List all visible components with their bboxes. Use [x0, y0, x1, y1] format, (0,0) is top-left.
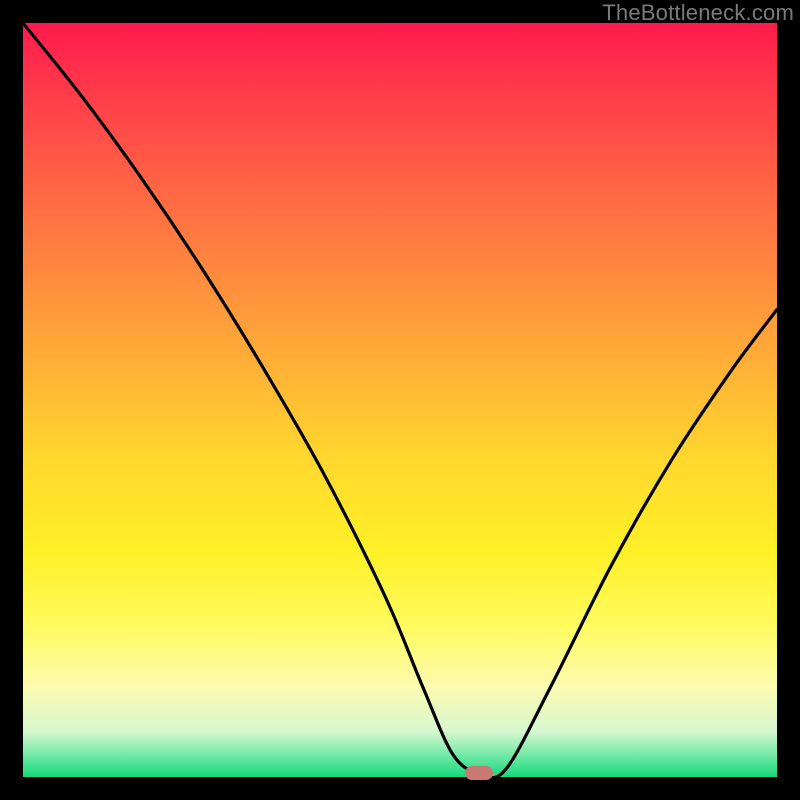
bottleneck-curve — [23, 23, 777, 777]
chart-frame: TheBottleneck.com — [0, 0, 800, 800]
optimal-marker — [465, 766, 493, 780]
curve-svg — [23, 23, 777, 777]
plot-area — [23, 23, 777, 777]
